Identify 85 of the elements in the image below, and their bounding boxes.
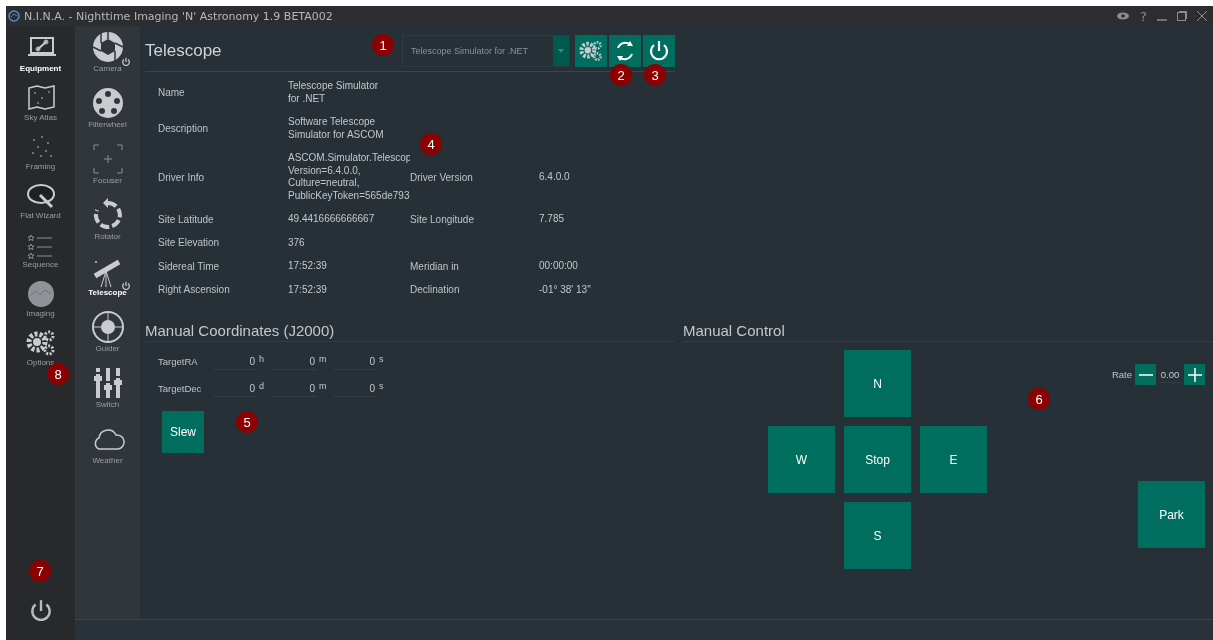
map-icon bbox=[25, 83, 56, 113]
info-label: Sidereal Time bbox=[158, 260, 221, 272]
direction-button[interactable]: S bbox=[844, 502, 911, 569]
aperture-icon bbox=[90, 30, 125, 64]
device-tab[interactable]: Filterwheel bbox=[76, 86, 139, 142]
direction-button[interactable]: N bbox=[844, 350, 911, 417]
increase-button[interactable] bbox=[1184, 364, 1205, 385]
info-value: -01° 38' 13" bbox=[539, 283, 592, 296]
direction-button[interactable]: Stop bbox=[844, 426, 911, 493]
plus-icon bbox=[1187, 367, 1202, 382]
info-value: 00:00:00 bbox=[539, 260, 579, 273]
nav-item[interactable]: Imaging bbox=[9, 279, 72, 325]
info-label: Right Ascension bbox=[158, 284, 231, 296]
nav-item[interactable]: Framing bbox=[9, 132, 72, 178]
field-label: TargetRA bbox=[158, 356, 199, 367]
info-value: 7.785 bbox=[539, 213, 566, 226]
info-value: 17:52:39 bbox=[288, 260, 328, 273]
unit-label: m bbox=[319, 353, 327, 364]
power-button[interactable] bbox=[643, 34, 675, 67]
power-icon bbox=[647, 38, 671, 63]
filter-wheel-icon bbox=[90, 86, 125, 120]
park-button[interactable]: Park bbox=[1138, 481, 1205, 548]
nav-item[interactable]: Sky Atlas bbox=[9, 83, 72, 129]
settings-button[interactable] bbox=[575, 34, 607, 67]
coordinate-field[interactable]: 0 bbox=[273, 380, 317, 397]
section-title: Manual Control bbox=[683, 322, 1213, 342]
unit-label: m bbox=[319, 380, 327, 391]
field-label: TargetDec bbox=[158, 383, 203, 394]
info-value: 376 bbox=[288, 236, 306, 249]
info-label: Declination bbox=[410, 284, 461, 296]
info-value: 17:52:39 bbox=[288, 283, 328, 296]
direction-button[interactable]: W bbox=[768, 426, 835, 493]
rate-label: Rate bbox=[1111, 369, 1132, 380]
info-label: Site Elevation bbox=[158, 237, 221, 249]
help-button[interactable]: ? bbox=[1140, 8, 1147, 24]
gears-icon bbox=[579, 38, 603, 63]
info-label: Site Latitude bbox=[158, 213, 215, 225]
coordinate-field[interactable]: 0 bbox=[213, 353, 257, 370]
info-label: Meridian in bbox=[410, 260, 460, 272]
info-label: Name bbox=[158, 87, 186, 98]
info-value: 6.4.0.0 bbox=[539, 170, 571, 184]
info-value: Telescope Simulator for .NET bbox=[288, 80, 380, 105]
dish-icon bbox=[25, 181, 56, 211]
coordinate-field[interactable]: 0 bbox=[333, 380, 377, 397]
info-label: Description bbox=[158, 123, 210, 134]
app-logo-icon bbox=[8, 10, 20, 22]
info-value: 49.4416666666667 bbox=[288, 213, 376, 226]
device-tab[interactable]: Switch bbox=[76, 366, 139, 422]
refresh-button[interactable] bbox=[609, 34, 641, 67]
gears-icon bbox=[25, 328, 56, 358]
coordinate-field[interactable]: 0 bbox=[333, 353, 377, 370]
maximize-icon[interactable] bbox=[1177, 11, 1187, 21]
globe-icon bbox=[25, 279, 56, 309]
direction-button[interactable]: E bbox=[920, 426, 987, 493]
device-tab[interactable]: Telescope bbox=[76, 254, 139, 310]
section-title: Telescope bbox=[145, 40, 222, 61]
unit-label: d bbox=[259, 380, 265, 391]
device-tab[interactable]: Weather bbox=[76, 422, 139, 478]
device-tab[interactable]: Focuser bbox=[76, 142, 139, 198]
window-title: N.I.N.A. - Nighttime Imaging 'N' Astronomy 1.9 BETA002 bbox=[24, 9, 334, 23]
info-label: Driver Version bbox=[410, 171, 474, 183]
unit-label: s bbox=[379, 353, 385, 364]
info-label: Driver Info bbox=[158, 171, 206, 183]
coordinate-field[interactable]: 0 bbox=[213, 380, 257, 397]
info-label: Site Longitude bbox=[410, 213, 475, 225]
nav-item[interactable]: Equipment bbox=[9, 34, 72, 80]
focus-frame-icon bbox=[90, 142, 125, 176]
eye-icon[interactable] bbox=[1116, 12, 1131, 20]
info-value: Software Telescope Simulator for ASCOM bbox=[288, 116, 385, 141]
unit-label: s bbox=[379, 380, 385, 391]
device-tab[interactable]: Guider bbox=[76, 310, 139, 366]
minus-icon bbox=[1138, 373, 1153, 376]
decrease-button[interactable] bbox=[1135, 364, 1156, 385]
nav-item[interactable]: Flat Wizard bbox=[9, 181, 72, 227]
unit-label: h bbox=[259, 353, 265, 364]
section-title: Manual Coordinates (J2000) bbox=[145, 322, 675, 342]
crosshair-icon bbox=[90, 310, 125, 344]
device-tab[interactable]: Rotator bbox=[76, 198, 139, 254]
nav-item[interactable]: Sequence bbox=[9, 230, 72, 276]
coordinate-field[interactable]: 0 bbox=[273, 353, 317, 370]
device-tab[interactable]: Camera bbox=[76, 30, 139, 86]
slew-button[interactable]: Slew bbox=[162, 411, 204, 453]
caret-icon bbox=[558, 48, 564, 53]
close-icon[interactable] bbox=[1197, 11, 1207, 21]
rate-field[interactable]: 0.00 bbox=[1159, 366, 1181, 383]
